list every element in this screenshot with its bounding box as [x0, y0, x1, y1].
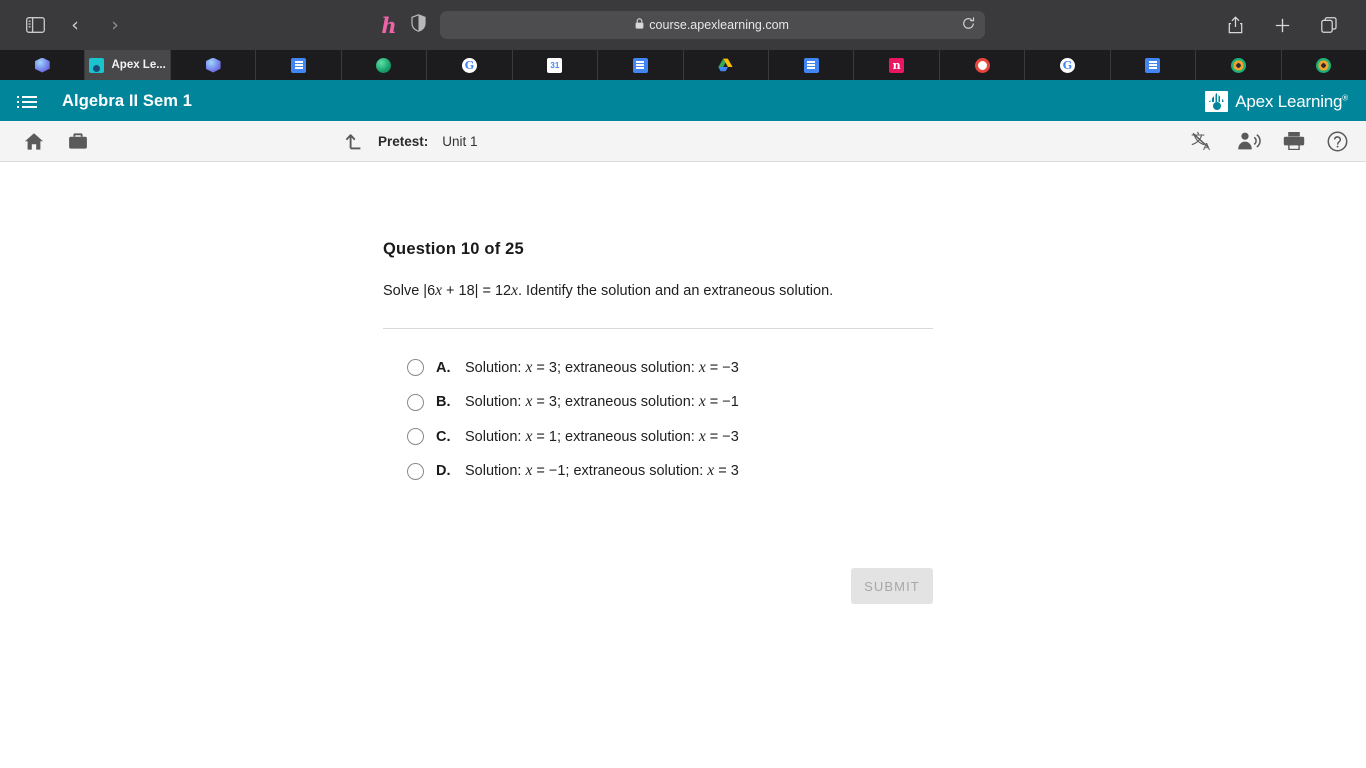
toolbar-left-actions [24, 132, 88, 151]
app-header: Algebra II Sem 1 Apex Learning® [0, 82, 1366, 121]
answer-option-letter: D. [436, 463, 451, 480]
breadcrumb-label: Pretest: [378, 133, 429, 149]
target-favicon [1316, 57, 1332, 73]
go-up-icon[interactable] [345, 132, 364, 150]
answer-option-text: Solution: x = 3; extraneous solution: x … [465, 393, 739, 411]
google-drive-favicon [718, 58, 733, 73]
apex-brand-mark-icon [1205, 91, 1229, 112]
toolbar-right-actions: 文 A [1191, 131, 1348, 152]
browser-tab[interactable] [769, 50, 855, 80]
google-favicon: G [1059, 57, 1075, 73]
answer-options-list: A. Solution: x = 3; extraneous solution: … [383, 359, 933, 481]
breadcrumb: Pretest: Unit 1 [345, 132, 478, 150]
course-title: Algebra II Sem 1 [62, 92, 192, 110]
course-toolbar: Pretest: Unit 1 文 A [0, 121, 1366, 162]
apex-brand-name: Apex Learning [1235, 91, 1343, 111]
green-orb-favicon [376, 57, 392, 73]
answer-option[interactable]: D. Solution: x = −1; extraneous solution:… [407, 462, 933, 480]
trademark-symbol: ® [1342, 92, 1348, 102]
print-icon[interactable] [1283, 131, 1305, 151]
question-prompt: Solve |6x + 18| = 12x. Identify the solu… [383, 282, 834, 299]
google-docs-favicon [632, 57, 648, 73]
page-url: course.apexlearning.com [649, 18, 789, 32]
breadcrumb-value: Unit 1 [442, 133, 478, 149]
submit-button[interactable]: SUBMIT [851, 568, 933, 604]
question-content-area: Question 10 of 25 Solve |6x + 18| = 12x.… [0, 162, 1366, 768]
home-icon[interactable] [24, 132, 44, 151]
answer-option[interactable]: B. Solution: x = 3; extraneous solution: … [407, 393, 933, 411]
menu-icon[interactable] [17, 95, 37, 108]
browser-tab[interactable] [940, 50, 1026, 80]
notion-favicon: n [889, 57, 905, 73]
browser-tab[interactable] [684, 50, 769, 80]
answer-option[interactable]: A. Solution: x = 3; extraneous solution: … [407, 359, 933, 377]
browser-tab[interactable] [0, 50, 86, 80]
browser-address-area: h course.apexlearning.com [0, 11, 1366, 39]
answer-option-letter: B. [436, 394, 451, 411]
address-bar-text: course.apexlearning.com [635, 18, 789, 32]
submit-row: SUBMIT [383, 568, 933, 604]
reload-icon[interactable] [962, 17, 975, 33]
browser-tab[interactable] [171, 50, 257, 80]
lifebuoy-favicon [974, 57, 990, 73]
question-block: Question 10 of 25 Solve |6x + 18| = 12x.… [383, 240, 933, 497]
help-icon[interactable] [1327, 131, 1348, 152]
question-divider [383, 327, 933, 329]
target-favicon [1230, 57, 1246, 73]
browser-tab[interactable]: G [1025, 50, 1111, 80]
browser-tab[interactable]: n [854, 50, 940, 80]
answer-option-letter: A. [436, 359, 451, 376]
answer-option-letter: C. [436, 428, 451, 445]
lock-icon [635, 18, 644, 32]
browser-tab[interactable] [1196, 50, 1282, 80]
browser-tab[interactable]: G [427, 50, 513, 80]
apex-learning-favicon [89, 57, 105, 73]
tab-strip: Apex Le... G 31 n G [0, 50, 1366, 82]
answer-radio-button[interactable] [407, 359, 424, 377]
translate-icon[interactable]: 文 A [1191, 131, 1215, 152]
browser-tab[interactable]: Apex Le... [85, 50, 171, 80]
browser-tab[interactable] [1111, 50, 1197, 80]
address-bar[interactable]: course.apexlearning.com [439, 11, 985, 39]
shield-extension-icon[interactable] [411, 13, 426, 37]
google-calendar-favicon: 31 [547, 57, 563, 73]
answer-option-text: Solution: x = 3; extraneous solution: x … [465, 358, 739, 376]
answer-radio-button[interactable] [407, 428, 424, 446]
google-docs-favicon [291, 57, 307, 73]
honey-extension-icon[interactable]: h [381, 15, 396, 36]
browser-tab[interactable] [1282, 50, 1366, 80]
apex-learning-logo: Apex Learning® [1205, 91, 1348, 112]
read-aloud-icon[interactable] [1237, 131, 1261, 151]
browser-tab[interactable] [342, 50, 428, 80]
google-favicon: G [461, 57, 477, 73]
chrome-profile-icon [34, 57, 50, 73]
answer-option-text: Solution: x = 1; extraneous solution: x … [465, 427, 739, 445]
answer-option[interactable]: C. Solution: x = 1; extraneous solution: … [407, 428, 933, 446]
browser-tab-label: Apex Le... [111, 59, 166, 71]
google-docs-favicon [1145, 57, 1161, 73]
browser-chrome: ‹ › h course.apexlearning.com [0, 0, 1366, 50]
apex-brand-text: Apex Learning® [1235, 92, 1348, 112]
browser-tab[interactable]: 31 [513, 50, 599, 80]
chrome-profile-icon [205, 57, 221, 73]
answer-radio-button[interactable] [407, 393, 424, 411]
google-docs-favicon [803, 57, 819, 73]
briefcase-icon[interactable] [68, 132, 88, 150]
question-title: Question 10 of 25 [383, 240, 524, 258]
browser-tab[interactable] [256, 50, 342, 80]
answer-option-text: Solution: x = −1; extraneous solution: x… [465, 462, 739, 480]
browser-tab[interactable] [598, 50, 684, 80]
answer-radio-button[interactable] [407, 462, 424, 480]
